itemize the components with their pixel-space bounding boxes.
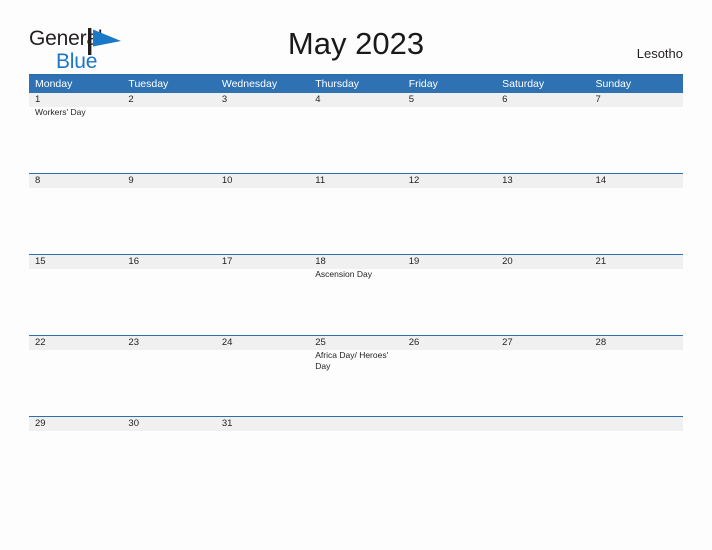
day-cell[interactable]: 21	[590, 255, 683, 335]
week-days: 8 9 10 11 12 13 14	[29, 174, 683, 254]
day-number: 7	[595, 94, 601, 105]
calendar-grid: Monday Tuesday Wednesday Thursday Friday…	[29, 74, 683, 431]
day-cell[interactable]: 16	[122, 255, 215, 335]
week-days: 1 Workers' Day 2 3 4 5 6 7	[29, 93, 683, 173]
day-number: 16	[128, 256, 139, 267]
weekday-header-tuesday: Tuesday	[128, 78, 169, 90]
day-number: 30	[128, 418, 139, 429]
country-label: Lesotho	[636, 46, 683, 61]
day-number: 8	[35, 175, 41, 186]
day-cell-empty	[309, 417, 402, 431]
day-events: Africa Day/ Heroes' Day	[315, 350, 402, 389]
day-cell[interactable]: 17	[216, 255, 309, 335]
day-cell[interactable]: 19	[403, 255, 496, 335]
day-cell[interactable]: 10	[216, 174, 309, 254]
week-days: 15 16 17 18 Ascension Day 19 20 21	[29, 255, 683, 335]
day-cell[interactable]: 18 Ascension Day	[309, 255, 402, 335]
day-cell[interactable]: 1 Workers' Day	[29, 93, 122, 173]
day-number: 1	[35, 94, 41, 105]
week-row: 8 9 10 11 12 13 14	[29, 173, 683, 254]
day-number: 12	[408, 175, 420, 186]
page-title: May 2023	[287, 26, 425, 61]
day-cell[interactable]: 13	[496, 174, 589, 254]
week-days: 22 23 24 25 Africa Day/ Heroes' Day 26 2…	[29, 336, 683, 416]
weekday-header-saturday: Saturday	[502, 78, 545, 90]
day-cell-empty	[496, 417, 589, 431]
day-number: 28	[595, 337, 607, 348]
day-cell[interactable]: 14	[590, 174, 683, 254]
day-number: 18	[315, 256, 326, 267]
day-cell[interactable]: 5	[403, 93, 496, 173]
day-cell-empty	[403, 417, 496, 431]
day-number: 3	[221, 94, 228, 105]
day-cell[interactable]: 29	[29, 417, 122, 431]
weekday-header-sunday: Sunday	[595, 78, 632, 90]
week-row: 22 23 24 25 Africa Day/ Heroes' Day 26 2…	[29, 335, 683, 416]
day-number: 10	[221, 175, 233, 186]
day-cell[interactable]: 26	[403, 336, 496, 416]
day-cell[interactable]: 9	[122, 174, 215, 254]
day-number: 15	[35, 256, 46, 267]
day-cell[interactable]: 24	[216, 336, 309, 416]
day-cell[interactable]: 7	[590, 93, 683, 173]
day-cell-empty	[590, 417, 683, 431]
week-days: 29 30 31	[29, 417, 683, 431]
calendar-page: General Blue May 2023 Lesotho Monday Tue…	[0, 0, 712, 550]
week-row: 29 30 31	[29, 416, 683, 431]
week-row: 1 Workers' Day 2 3 4 5 6 7	[29, 93, 683, 173]
day-number: 20	[502, 256, 513, 267]
day-cell[interactable]: 2	[122, 93, 215, 173]
day-cell[interactable]: 27	[496, 336, 589, 416]
day-cell[interactable]: 3	[216, 93, 309, 173]
day-number: 6	[502, 94, 508, 105]
event-label: Africa Day/ Heroes' Day	[315, 350, 389, 371]
day-number: 25	[315, 337, 326, 348]
day-number: 9	[128, 175, 134, 186]
day-cell[interactable]: 8	[29, 174, 122, 254]
day-cell[interactable]: 12	[403, 174, 496, 254]
day-number: 27	[502, 337, 513, 348]
day-events: Ascension Day	[315, 269, 402, 297]
day-number: 24	[221, 337, 233, 348]
day-number: 31	[221, 418, 233, 429]
day-cell[interactable]: 28	[590, 336, 683, 416]
day-number: 5	[408, 94, 414, 105]
weekday-header-monday: Monday	[35, 78, 73, 90]
day-number: 14	[595, 175, 607, 186]
day-cell[interactable]: 31	[216, 417, 309, 431]
day-cell[interactable]: 15	[29, 255, 122, 335]
event-label: Ascension Day	[315, 269, 372, 279]
weekday-header-thursday: Thursday	[315, 78, 360, 90]
day-number: 26	[408, 337, 420, 348]
day-cell[interactable]: 20	[496, 255, 589, 335]
event-label: Workers' Day	[35, 107, 86, 117]
weekday-header-row: Monday Tuesday Wednesday Thursday Friday…	[29, 76, 683, 93]
day-cell[interactable]: 23	[122, 336, 215, 416]
day-number: 19	[408, 256, 420, 267]
weekday-header-wednesday: Wednesday	[221, 78, 278, 90]
day-number: 4	[315, 94, 321, 105]
week-row: 15 16 17 18 Ascension Day 19 20 21	[29, 254, 683, 335]
day-cell[interactable]: 6	[496, 93, 589, 173]
day-cell[interactable]: 11	[309, 174, 402, 254]
day-number: 22	[35, 337, 46, 348]
day-cell[interactable]: 30	[122, 417, 215, 431]
day-number: 23	[128, 337, 139, 348]
day-number: 11	[315, 175, 326, 186]
page-header: General Blue May 2023 Lesotho	[29, 26, 683, 72]
day-cell[interactable]: 25 Africa Day/ Heroes' Day	[309, 336, 402, 416]
day-number: 29	[35, 418, 46, 429]
day-events: Workers' Day	[35, 107, 122, 135]
day-number: 21	[595, 256, 607, 267]
day-number: 17	[221, 256, 233, 267]
weekday-header-friday: Friday	[408, 78, 438, 90]
day-cell[interactable]: 22	[29, 336, 122, 416]
day-number: 2	[128, 94, 134, 105]
day-number: 13	[502, 175, 513, 186]
day-cell[interactable]: 4	[309, 93, 402, 173]
